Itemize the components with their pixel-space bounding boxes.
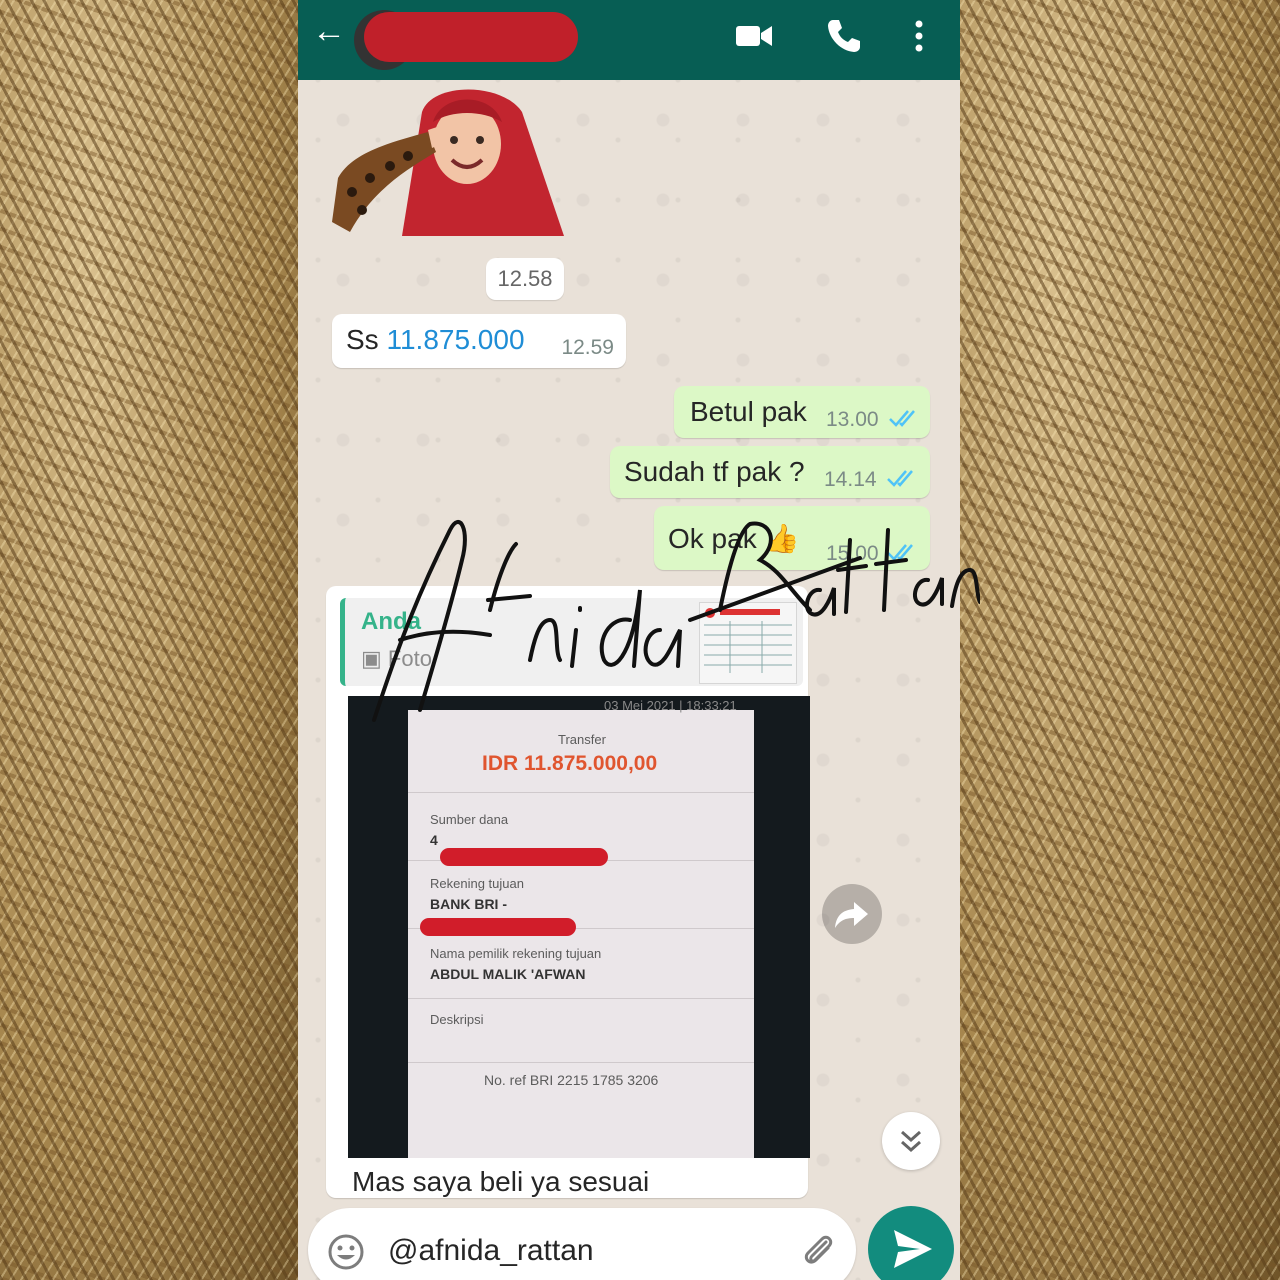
outgoing-message[interactable]: Betul pak 13.00 <box>674 386 930 438</box>
rope-background-left <box>0 0 298 1280</box>
quoted-message[interactable]: Anda ▣ Foto <box>340 598 803 686</box>
message-time: 14.14 <box>824 468 877 491</box>
outgoing-message[interactable]: Ok pak 👍 15.00 <box>654 506 930 570</box>
message-text: Betul pak <box>690 396 807 427</box>
source-label: Sumber dana <box>430 812 509 827</box>
date-chip: 12.58 <box>486 258 564 300</box>
video-call-icon[interactable] <box>734 16 774 56</box>
outgoing-message[interactable]: Sudah tf pak ? 14.14 <box>610 446 930 498</box>
redacted-contact-name[interactable] <box>364 12 578 62</box>
redaction-mark <box>440 848 608 866</box>
quoted-sender: Anda <box>361 608 421 635</box>
amount-link[interactable]: 11.875.000 <box>386 324 524 355</box>
message-input-bar[interactable]: @afnida_rattan <box>308 1208 856 1280</box>
incoming-reply-message[interactable]: Anda ▣ Foto 03 Mei 2021 | 18:33:21 Trans… <box>326 586 810 1198</box>
message-text: Sudah tf pak ? <box>624 456 805 487</box>
rope-background-right <box>960 0 1280 1280</box>
receipt-title: Transfer <box>558 732 606 747</box>
owner-value: ABDUL MALIK 'AFWAN <box>430 966 586 982</box>
message-input[interactable]: @afnida_rattan <box>388 1234 594 1268</box>
emoji-icon[interactable] <box>326 1232 366 1272</box>
source-value: 4 <box>430 832 438 848</box>
redaction-mark <box>420 918 576 936</box>
send-icon <box>894 1230 932 1268</box>
destination-value: BANK BRI - <box>430 896 507 912</box>
scroll-to-bottom-button[interactable] <box>882 1112 940 1170</box>
read-receipt-icon <box>887 470 913 487</box>
read-receipt-icon <box>887 544 913 561</box>
chat-header: ← <box>298 0 960 80</box>
double-chevron-down-icon <box>901 1130 921 1153</box>
quoted-type-label: Foto <box>387 646 432 671</box>
forward-icon <box>835 902 868 928</box>
message-prefix: Ss <box>346 324 387 355</box>
message-time: 13.00 <box>826 408 879 431</box>
read-receipt-icon <box>889 410 915 427</box>
more-options-icon[interactable] <box>904 16 934 56</box>
description-label: Deskripsi <box>430 1012 484 1027</box>
chat-screen: ← 12.58 Ss 11.875.000 12.59 Betul pak 13… <box>298 0 960 1280</box>
send-button[interactable] <box>868 1206 954 1280</box>
incoming-message[interactable]: Ss 11.875.000 12.59 <box>332 314 626 368</box>
attachment-icon[interactable] <box>798 1230 838 1270</box>
arrow-back-icon[interactable]: ← <box>312 14 346 48</box>
quoted-type: ▣ Foto <box>361 646 432 672</box>
quoted-thumbnail <box>699 602 797 684</box>
destination-label: Rekening tujuan <box>430 876 524 891</box>
phone-call-icon[interactable] <box>824 16 864 56</box>
message-caption: Mas saya beli ya sesuai <box>352 1166 650 1197</box>
forward-button[interactable] <box>822 884 882 944</box>
photo-icon: ▣ <box>361 646 382 671</box>
transfer-receipt-photo[interactable]: 03 Mei 2021 | 18:33:21 Transfer IDR 11.8… <box>348 696 810 1158</box>
message-text: Ok pak 👍 <box>668 523 800 554</box>
message-text: Ss 11.875.000 <box>346 324 525 356</box>
message-time: 12.59 <box>561 336 614 359</box>
receipt-amount: IDR 11.875.000,00 <box>482 752 658 775</box>
message-time: 15.00 <box>826 542 879 565</box>
reference-number: No. ref BRI 2215 1785 3206 <box>484 1072 659 1088</box>
owner-label: Nama pemilik rekening tujuan <box>430 946 602 961</box>
sticker-image[interactable] <box>332 82 564 236</box>
receipt-date: 03 Mei 2021 | 18:33:21 <box>604 698 737 713</box>
